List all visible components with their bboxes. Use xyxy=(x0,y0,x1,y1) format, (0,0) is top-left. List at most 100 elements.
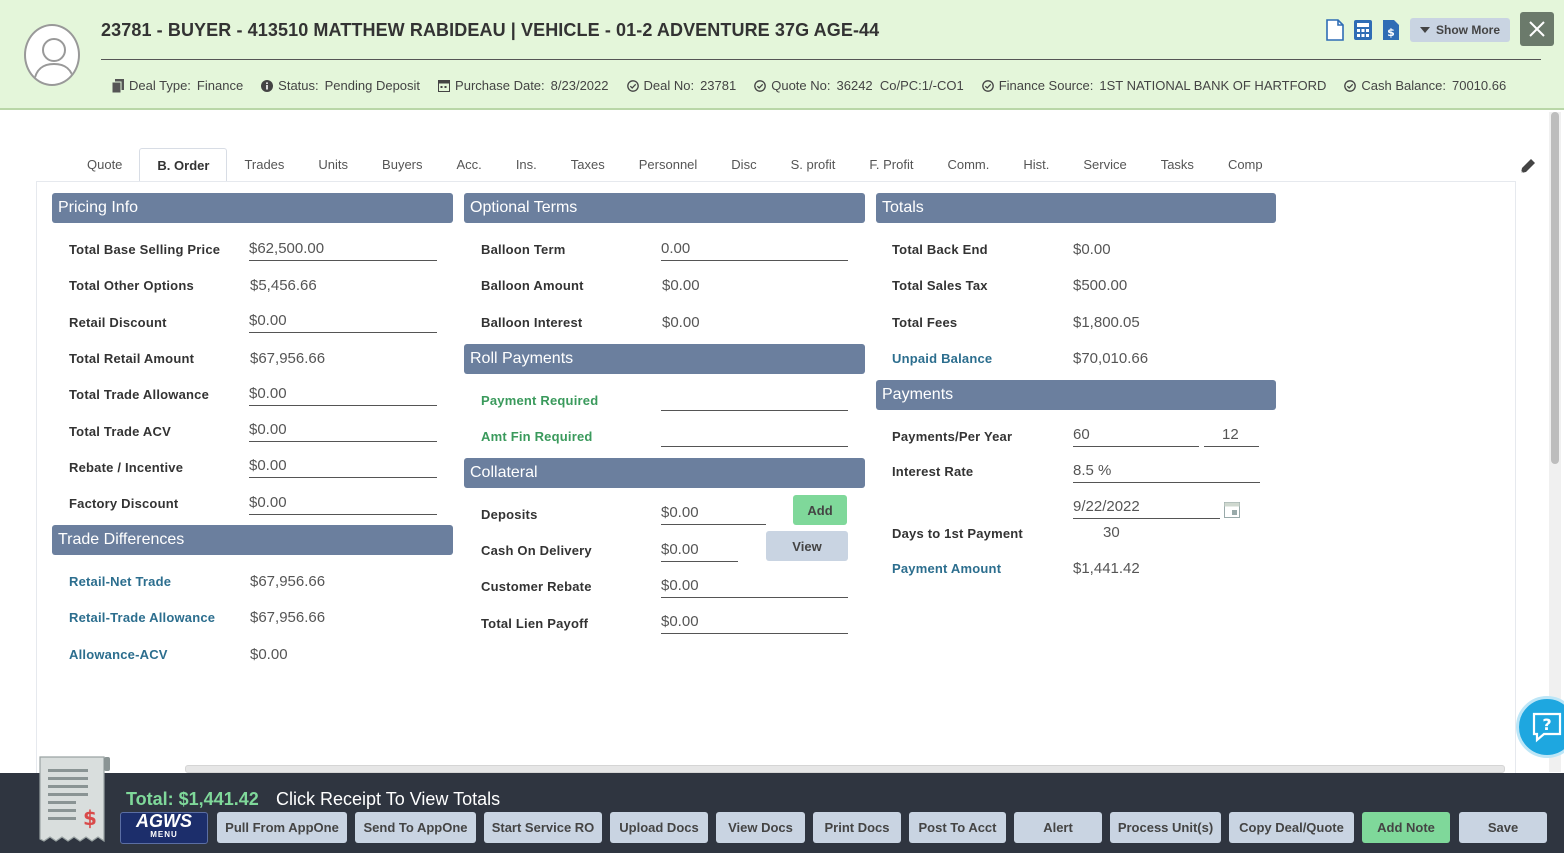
deal-header: 23781 - BUYER - 413510 MATTHEW RABIDEAU … xyxy=(0,0,1564,110)
scrollbar-thumb[interactable] xyxy=(1551,112,1559,464)
tab-b-order[interactable]: B. Order xyxy=(139,148,228,182)
document-button[interactable] xyxy=(1324,18,1346,42)
tab-trades[interactable]: Trades xyxy=(227,148,301,182)
copy-deal-quote-button[interactable]: Copy Deal/Quote xyxy=(1229,812,1354,843)
deposits-input[interactable]: $0.00 xyxy=(661,503,766,525)
agws-logo-sub: MENU xyxy=(150,830,178,839)
tab-personnel[interactable]: Personnel xyxy=(622,148,715,182)
close-icon xyxy=(1529,21,1545,37)
unpaid-balance-label: Unpaid Balance xyxy=(892,351,993,366)
interest-rate-input[interactable]: 8.5 % xyxy=(1073,461,1260,483)
check-circle-icon xyxy=(1344,79,1357,92)
total-fees-label: Total Fees xyxy=(892,315,958,330)
allowance-acv-value: $0.00 xyxy=(250,646,288,663)
save-button[interactable]: Save xyxy=(1459,812,1547,843)
pricing-info-header: Pricing Info xyxy=(52,193,453,223)
tab-disc[interactable]: Disc xyxy=(714,148,773,182)
deal-meta-row: Deal Type: Finance Status: Pending Depos… xyxy=(112,78,1524,93)
total-retail-amount-label: Total Retail Amount xyxy=(69,351,195,366)
header-toolbar: $ Show More xyxy=(1324,18,1511,42)
total-lien-payoff-input[interactable]: $0.00 xyxy=(661,612,848,634)
caret-down-icon xyxy=(1420,27,1430,33)
payment-required-input[interactable] xyxy=(661,389,848,411)
first-payment-date-input[interactable]: 9/22/2022 xyxy=(1073,497,1220,519)
total-trade-allowance-input[interactable]: $0.00 xyxy=(249,384,437,406)
calculator-button[interactable] xyxy=(1352,18,1374,42)
date-picker-button[interactable] xyxy=(1224,502,1240,521)
customer-rebate-label: Customer Rebate xyxy=(481,579,592,594)
add-note-button[interactable]: Add Note xyxy=(1362,812,1450,843)
balloon-amount-value: $0.00 xyxy=(662,277,700,294)
balloon-interest-label: Balloon Interest xyxy=(481,315,583,330)
payment-amount-label: Payment Amount xyxy=(892,561,1002,576)
number-of-payments-input[interactable]: 60 xyxy=(1073,425,1199,447)
tab-quote[interactable]: Quote xyxy=(70,148,139,182)
factory-discount-label: Factory Discount xyxy=(69,496,179,511)
user-icon xyxy=(33,38,75,83)
tab-f-profit[interactable]: F. Profit xyxy=(852,148,930,182)
view-docs-button[interactable]: View Docs xyxy=(716,812,805,843)
total-trade-acv-input[interactable]: $0.00 xyxy=(249,420,437,442)
svg-text:$: $ xyxy=(1387,26,1395,39)
meta-finance-source: Finance Source: 1ST NATIONAL BANK OF HAR… xyxy=(981,78,1326,93)
invoice-button[interactable]: $ xyxy=(1380,18,1402,42)
start-service-ro-button[interactable]: Start Service RO xyxy=(484,812,602,843)
total-trade-acv-label: Total Trade ACV xyxy=(69,424,171,439)
customer-rebate-input[interactable]: $0.00 xyxy=(661,576,848,598)
help-button[interactable]: ? xyxy=(1516,696,1564,758)
tab-hist[interactable]: Hist. xyxy=(1006,148,1066,182)
check-circle-icon xyxy=(754,79,767,92)
tab-s-profit[interactable]: S. profit xyxy=(774,148,853,182)
tab-comm[interactable]: Comm. xyxy=(930,148,1006,182)
document-icon xyxy=(112,78,124,93)
send-to-appone-button[interactable]: Send To AppOne xyxy=(355,812,476,843)
total-base-selling-price-input[interactable]: $62,500.00 xyxy=(249,239,437,261)
cash-on-delivery-input[interactable]: $0.00 xyxy=(661,540,738,562)
factory-discount-input[interactable]: $0.00 xyxy=(249,493,437,515)
print-docs-button[interactable]: Print Docs xyxy=(813,812,901,843)
check-circle-icon xyxy=(626,79,639,92)
rebate-incentive-input[interactable]: $0.00 xyxy=(249,456,437,478)
edit-button[interactable] xyxy=(1518,156,1538,179)
amt-fin-required-input[interactable] xyxy=(661,425,848,447)
post-to-acct-button[interactable]: Post To Acct xyxy=(909,812,1006,843)
close-button[interactable] xyxy=(1520,12,1554,46)
total-lien-payoff-label: Total Lien Payoff xyxy=(481,616,589,631)
tab-buyers[interactable]: Buyers xyxy=(365,148,439,182)
retail-discount-input[interactable]: $0.00 xyxy=(249,311,437,333)
retail-trade-allowance-label: Retail-Trade Allowance xyxy=(69,610,216,625)
tab-taxes[interactable]: Taxes xyxy=(554,148,622,182)
receipt-button[interactable]: $ xyxy=(38,755,112,845)
footer-total: Total: $1,441.42 xyxy=(126,789,259,809)
show-more-button[interactable]: Show More xyxy=(1410,18,1511,42)
tab-units[interactable]: Units xyxy=(301,148,365,182)
pull-from-appone-button[interactable]: Pull From AppOne xyxy=(217,812,347,843)
roll-payments-header: Roll Payments xyxy=(464,344,865,374)
balloon-term-label: Balloon Term xyxy=(481,242,566,257)
balloon-term-input[interactable]: 0.00 xyxy=(661,239,848,261)
meta-deal-type: Deal Type: Finance xyxy=(112,78,243,93)
optional-terms-header: Optional Terms xyxy=(464,193,865,223)
calculator-icon xyxy=(1354,20,1372,40)
total-back-end-value: $0.00 xyxy=(1073,241,1111,258)
view-deposits-button[interactable]: View xyxy=(766,531,848,561)
tab-ins[interactable]: Ins. xyxy=(499,148,554,182)
trade-differences-header: Trade Differences xyxy=(52,525,453,555)
pencil-icon xyxy=(1521,159,1535,173)
horizontal-scrollbar[interactable] xyxy=(185,765,1505,773)
process-units-button[interactable]: Process Unit(s) xyxy=(1110,812,1221,843)
add-deposit-button[interactable]: Add xyxy=(793,495,847,525)
upload-docs-button[interactable]: Upload Docs xyxy=(610,812,708,843)
file-icon xyxy=(1326,19,1344,41)
payments-per-year-input[interactable]: 12 xyxy=(1204,425,1259,447)
payments-per-year-label: Payments/Per Year xyxy=(892,429,1013,444)
alert-button[interactable]: Alert xyxy=(1014,812,1102,843)
tab-acc[interactable]: Acc. xyxy=(440,148,499,182)
tab-comp[interactable]: Comp xyxy=(1211,148,1280,182)
tab-service[interactable]: Service xyxy=(1066,148,1143,182)
tab-tasks[interactable]: Tasks xyxy=(1144,148,1211,182)
retail-net-trade-value: $67,956.66 xyxy=(250,573,326,590)
agws-menu-button[interactable]: AGWS MENU xyxy=(120,812,208,844)
balloon-interest-value: $0.00 xyxy=(662,314,700,331)
total-sales-tax-value: $500.00 xyxy=(1073,277,1128,294)
